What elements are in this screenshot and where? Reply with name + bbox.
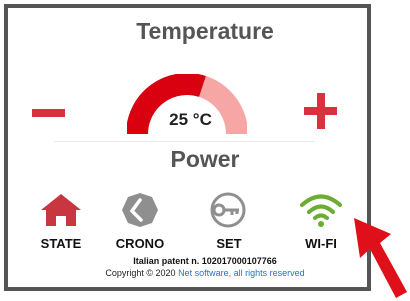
increase-temperature-button[interactable]: [304, 93, 337, 129]
decrease-temperature-button[interactable]: [32, 109, 65, 117]
temperature-title: Temperature: [136, 18, 274, 44]
key-icon: [210, 192, 246, 228]
copyright-prefix: Copyright © 2020: [105, 268, 179, 278]
crono-button[interactable]: [118, 192, 162, 228]
wifi-label[interactable]: WI-FI: [281, 236, 361, 251]
wifi-button[interactable]: [299, 192, 343, 228]
state-button[interactable]: [39, 192, 83, 228]
set-label[interactable]: SET: [189, 236, 269, 251]
set-button[interactable]: [206, 192, 250, 228]
state-label[interactable]: STATE: [21, 236, 101, 251]
wifi-icon: [300, 194, 342, 227]
divider: [54, 141, 315, 142]
crono-label[interactable]: CRONO: [100, 236, 180, 251]
copyright-text: Copyright © 2020 Net software, all right…: [0, 268, 410, 278]
home-icon: [41, 194, 81, 226]
patent-text: Italian patent n. 102017000107766: [133, 256, 277, 266]
clock-icon: [122, 193, 158, 227]
pointer-arrow-icon: [354, 218, 407, 298]
power-title: Power: [170, 146, 240, 172]
temperature-value: 25 °C: [169, 110, 212, 129]
net-software-link[interactable]: Net software, all rights reserved: [178, 268, 305, 278]
